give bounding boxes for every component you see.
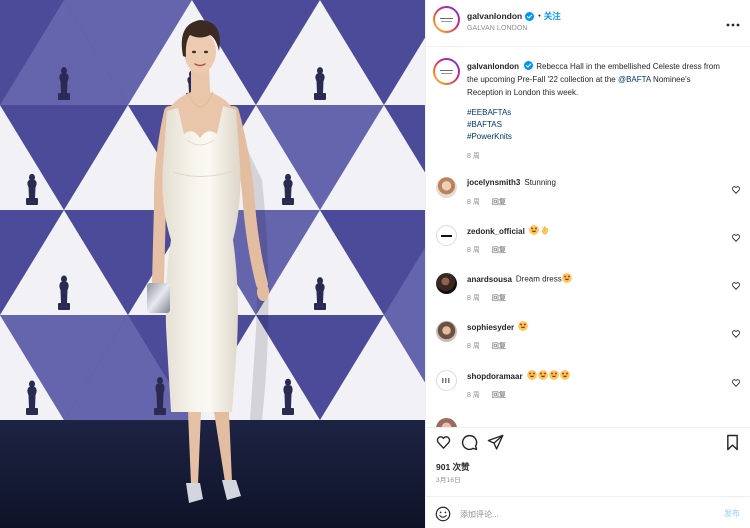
commenter-avatar[interactable] [436, 225, 457, 246]
paper-plane-icon[interactable] [487, 434, 504, 451]
comment-body: anardsousa Dream dress [467, 273, 717, 286]
smiling-face-with-heart-eyes-emoji [559, 370, 570, 380]
smiling-face-with-heart-eyes-emoji [526, 370, 537, 380]
smiley-icon[interactable] [435, 506, 451, 522]
caption-author-avatar[interactable] [433, 58, 460, 85]
commenter-username[interactable]: shopdoramaar [467, 372, 523, 381]
comment-body: shopdoramaar [467, 370, 717, 383]
comment-text: Dream dress [515, 274, 562, 284]
bookmark-icon[interactable] [724, 434, 741, 451]
reply-button[interactable]: 回复 [492, 392, 506, 399]
reply-button[interactable]: 回复 [492, 343, 506, 350]
comment-like-heart-icon[interactable] [731, 375, 741, 387]
heart-icon[interactable] [435, 434, 452, 451]
smiling-face-with-heart-eyes-emoji [537, 370, 548, 380]
reply-button[interactable]: 回复 [492, 247, 506, 254]
comment: anardsousa Dream dress 8 周 回复 [426, 273, 750, 307]
comment-like-heart-icon[interactable] [731, 230, 741, 242]
caption-username[interactable]: galvanlondon [467, 62, 519, 71]
comment-time[interactable]: 8 周 [467, 392, 480, 399]
reply-button[interactable]: 回复 [492, 295, 506, 302]
comment-time[interactable]: 8 周 [467, 295, 480, 302]
reply-button[interactable]: 回复 [492, 199, 506, 206]
comment-bubble-icon[interactable] [461, 434, 478, 451]
author-display-name: GALVAN LONDON [467, 25, 528, 32]
like-count[interactable]: 901 次赞 [436, 461, 470, 473]
verified-badge-icon [524, 61, 534, 70]
caption: galvanlondon Rebecca Hall in the embelli… [467, 60, 725, 99]
hashtag-link[interactable]: #BAFTAS [467, 119, 512, 131]
follow-button[interactable]: 关注 [544, 10, 561, 22]
comment-emoji-list [561, 273, 573, 284]
floor [0, 420, 425, 528]
separator-dot: • [538, 12, 541, 20]
smiling-face-with-heart-eyes-emoji [518, 321, 528, 331]
commenter-username[interactable]: zedonk_official [467, 227, 525, 236]
comment-time[interactable]: 8 周 [467, 199, 480, 206]
comment-like-heart-icon[interactable] [731, 182, 741, 194]
commenter-avatar[interactable] [436, 321, 457, 342]
comment-body: sophiesyder [467, 321, 717, 334]
commenter-avatar[interactable] [436, 418, 457, 427]
hashtag-link[interactable]: #PowerKnits [467, 131, 512, 143]
comment: shopdoramaar 8 周 回复 [426, 370, 750, 404]
comment-body: jocelynsmith3 Stunning [467, 177, 717, 189]
clapping-hands-emoji [540, 225, 550, 235]
more-horizontal-icon[interactable] [725, 15, 741, 27]
commenter-username[interactable]: jocelynsmith3 [467, 178, 520, 187]
commenter-username[interactable]: anardsousa [467, 275, 512, 284]
verified-badge-icon [525, 11, 535, 21]
author-line: galvanlondon • 关注 [467, 10, 561, 22]
comment-like-heart-icon[interactable] [731, 326, 741, 338]
comment-emoji-list [526, 370, 571, 381]
post-photo[interactable] [0, 0, 425, 528]
comment-time[interactable]: 8 周 [467, 343, 480, 350]
post-date[interactable]: 3月16日 [436, 476, 461, 486]
commenter-username[interactable]: sophiesyder [467, 323, 514, 332]
author-avatar[interactable] [433, 6, 460, 33]
caption-hashtags: #EEBAFTAs #BAFTAS #PowerKnits [467, 107, 512, 143]
comment-meta: 8 周 回复 [467, 391, 506, 401]
post-photo-image [0, 0, 425, 528]
commenter-avatar[interactable] [436, 370, 457, 391]
commenter-avatar[interactable] [436, 177, 457, 198]
comment-body: zedonk_official [467, 225, 717, 238]
comment-meta: 8 周 回复 [467, 294, 506, 304]
clutch-bag [147, 283, 170, 313]
smiling-face-with-heart-eyes-emoji [561, 273, 572, 283]
smiling-face-with-heart-eyes-emoji [548, 370, 559, 380]
post-panel: galvanlondon • 关注 GALVAN LONDON galvanlo… [425, 0, 750, 528]
comment-like-heart-icon[interactable] [731, 278, 741, 290]
comment-box-divider [426, 496, 750, 497]
add-comment-input[interactable] [460, 508, 700, 520]
caption-time[interactable]: 8 周 [467, 152, 480, 162]
comment-time[interactable]: 8 周 [467, 247, 480, 254]
author-username[interactable]: galvanlondon [467, 11, 522, 21]
comment-emoji-list [529, 225, 551, 236]
comment-partial [426, 418, 750, 427]
comment-emoji-list [518, 321, 529, 332]
commenter-avatar[interactable] [436, 273, 457, 294]
comment: jocelynsmith3 Stunning 8 周 回复 [426, 177, 750, 211]
smiling-face-with-heart-eyes-emoji [529, 225, 539, 235]
comment: zedonk_official 8 周 回复 [426, 225, 750, 259]
comment-text: Stunning [524, 178, 556, 187]
comment: sophiesyder 8 周 回复 [426, 321, 750, 355]
comment-meta: 8 周 回复 [467, 246, 506, 256]
hashtag-link[interactable]: #EEBAFTAs [467, 107, 512, 119]
comments-scroll-area[interactable]: galvanlondon Rebecca Hall in the embelli… [426, 47, 750, 428]
comment-meta: 8 周 回复 [467, 342, 506, 352]
post-header: galvanlondon • 关注 GALVAN LONDON [426, 0, 750, 47]
post-comment-button[interactable]: 发布 [724, 509, 740, 519]
caption-mention-link[interactable]: @BAFTA [618, 75, 651, 84]
comment-meta: 8 周 回复 [467, 198, 506, 208]
